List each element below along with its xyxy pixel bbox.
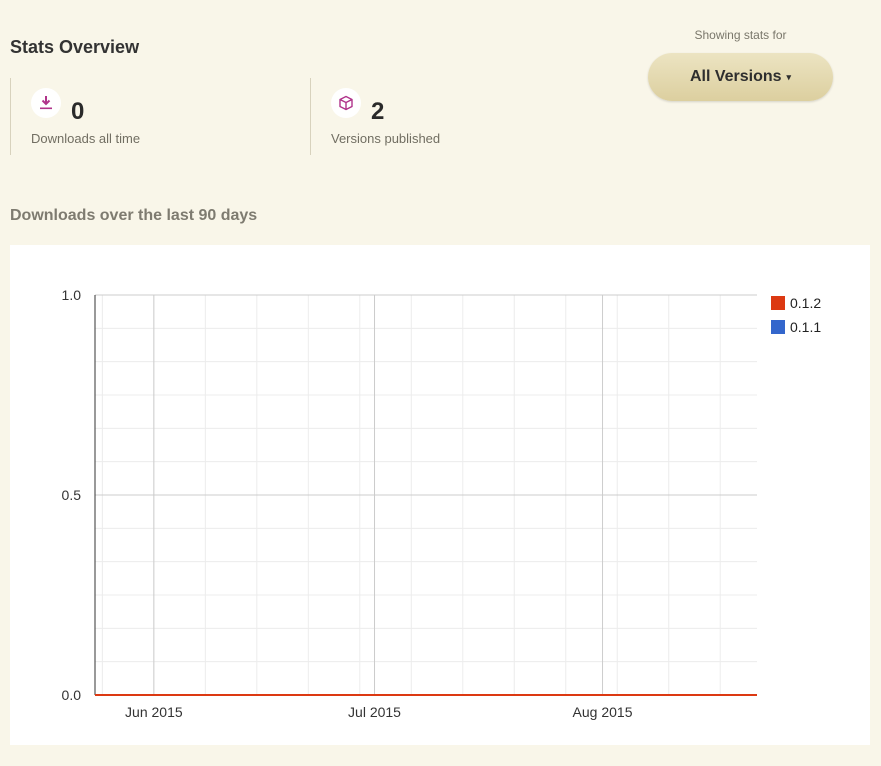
y-tick-label: 0.0 (62, 687, 82, 703)
x-tick-label: Jun 2015 (125, 704, 183, 720)
legend-swatch (771, 320, 785, 334)
package-icon (331, 88, 361, 118)
legend-label: 0.1.2 (790, 295, 821, 311)
x-tick-label: Jul 2015 (348, 704, 401, 720)
chart-heading: Downloads over the last 90 days (10, 207, 258, 224)
chart-legend: 0.1.2 0.1.1 (771, 295, 821, 335)
legend-swatch (771, 296, 785, 310)
chart-svg: 0.00.51.0Jun 2015 Jul 2015 Aug 2015 0.1.20… (62, 287, 822, 720)
version-select-label: All Versions (689, 68, 782, 85)
showing-stats-label: Showing stats for (694, 28, 787, 42)
downloads-count: 0 (71, 98, 85, 125)
y-tick-label: 1.0 (62, 287, 82, 303)
versions-count: 2 (371, 98, 385, 125)
chart-axes: 0.0 0.5 1.0 Jun 2015 Jul 2015 Aug 2015 (62, 287, 633, 720)
chart-grid (95, 294, 757, 695)
downloads-label: Downloads all time (31, 131, 141, 146)
version-select-button[interactable]: All Versions ▾ (648, 53, 833, 101)
stats-overview-title: Stats Overview (10, 37, 140, 57)
legend-label: 0.1.1 (790, 319, 821, 335)
stats-page: Stats Overview 0 Downloads all time 2 Ve… (0, 0, 881, 766)
download-icon (31, 88, 61, 118)
chevron-down-icon: ▾ (786, 71, 792, 82)
x-tick-label: Aug 2015 (573, 704, 633, 720)
versions-label: Versions published (331, 131, 441, 146)
downloads-stat: 0 Downloads all time (10, 78, 301, 155)
y-tick-label: 0.5 (62, 487, 82, 503)
downloads-chart: 0.0 0.5 1.0 Jun 2015 Jul 2015 Aug 2015 0.1.2 0… (10, 245, 870, 745)
versions-stat: 2 Versions published (310, 78, 601, 155)
